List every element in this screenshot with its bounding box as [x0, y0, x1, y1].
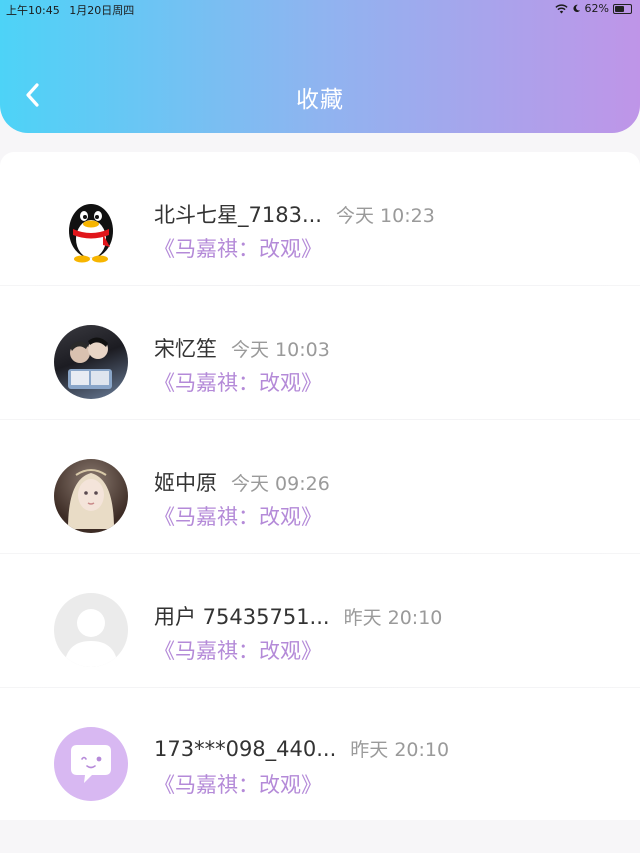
battery-percent: 62%: [584, 2, 609, 15]
favorites-list: 北斗七星_7183... 今天 10:23 《马嘉祺：改观》 宋忆笙 今天 10:0…: [0, 152, 640, 820]
battery-icon: [613, 3, 632, 14]
item-name-line: 173***098_440... 昨天 20:10: [154, 735, 449, 762]
list-item[interactable]: 宋忆笙 今天 10:03 《马嘉祺：改观》: [0, 286, 640, 420]
item-time: 今天 10:03: [231, 339, 330, 361]
photo-avatar-icon: [68, 337, 112, 389]
user-name: 姬中原: [154, 471, 217, 495]
moon-icon: [572, 4, 580, 13]
item-name-line: 用户 75435751... 昨天 20:10: [154, 601, 442, 631]
item-time: 昨天 20:10: [350, 739, 450, 761]
battery-fill: [615, 5, 625, 12]
header-bar: 上午10:45 1月20日周四 62% 收藏: [0, 0, 640, 133]
list-item[interactable]: 姬中原 今天 09:26 《马嘉祺：改观》: [0, 420, 640, 554]
status-date: 1月20日周四: [69, 4, 135, 17]
status-time: 上午10:45 1月20日周四: [6, 2, 134, 18]
item-name-line: 宋忆笙 今天 10:03: [154, 333, 330, 363]
item-time: 昨天 20:10: [343, 607, 443, 629]
user-name: 用户 75435751...: [154, 605, 330, 629]
work-title: 《马嘉祺：改观》: [154, 773, 322, 797]
list-item[interactable]: 173***098_440... 昨天 20:10 《马嘉祺：改观》: [0, 688, 640, 822]
item-time: 今天 10:23: [335, 205, 435, 227]
list-item[interactable]: 北斗七星_7183... 今天 10:23 《马嘉祺：改观》: [0, 152, 640, 286]
user-name: 宋忆笙: [154, 337, 217, 361]
status-bar: 上午10:45 1月20日周四 62%: [0, 0, 640, 18]
status-indicators: 62%: [554, 2, 632, 15]
work-title: 《马嘉祺：改观》: [154, 639, 322, 663]
wifi-icon: [554, 3, 568, 13]
photo-avatar-reading-boys: [54, 325, 128, 399]
photo-avatar-icon: [68, 469, 114, 529]
photo-avatar-girl: [54, 459, 128, 533]
user-name: 北斗七星_7183...: [154, 203, 322, 227]
work-title: 《马嘉祺：改观》: [154, 237, 322, 261]
status-clock: 上午10:45: [6, 4, 60, 17]
qq-penguin-avatar: [54, 191, 128, 265]
page-title: 收藏: [296, 87, 344, 113]
work-title: 《马嘉祺：改观》: [154, 505, 322, 529]
item-name-line: 北斗七星_7183... 今天 10:23: [154, 199, 435, 229]
user-name: 173***098_440...: [154, 737, 337, 761]
chat-bubble-avatar: [54, 727, 128, 801]
work-title: 《马嘉祺：改观》: [154, 371, 322, 395]
chat-bubble-icon: [71, 745, 111, 783]
penguin-icon: [69, 204, 113, 263]
item-time: 今天 09:26: [231, 473, 330, 495]
user-silhouette-icon: [64, 609, 118, 667]
item-name-line: 姬中原 今天 09:26: [154, 467, 330, 497]
default-user-avatar: [54, 593, 128, 667]
list-item[interactable]: 用户 75435751... 昨天 20:10 《马嘉祺：改观》: [0, 554, 640, 688]
